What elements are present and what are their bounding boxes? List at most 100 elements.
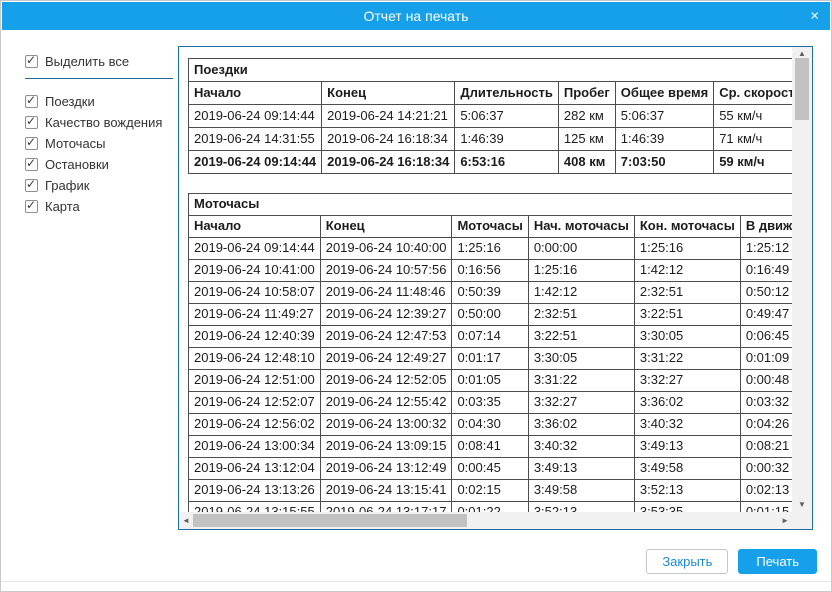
table-cell: 2019-06-24 12:39:27 — [320, 304, 452, 326]
horizontal-scrollbar[interactable]: ◄ ► — [179, 512, 792, 529]
table-cell: 0:07:14 — [452, 326, 528, 348]
table-cell: 2019-06-24 12:48:10 — [189, 348, 321, 370]
sidebar-item-engine-hours[interactable]: Моточасы — [25, 133, 175, 154]
table-cell: 0:01:15 — [740, 502, 792, 513]
table-cell: 0:50:00 — [452, 304, 528, 326]
table-cell: 2019-06-24 12:55:42 — [320, 392, 452, 414]
sidebar-item-stops[interactable]: Остановки — [25, 154, 175, 175]
scroll-down-icon[interactable]: ▼ — [798, 501, 806, 509]
table-cell: 5:06:37 — [615, 105, 713, 128]
table-cell: 5:06:37 — [455, 105, 559, 128]
table-cell: 59 км/ч — [714, 151, 792, 174]
table-cell: 3:30:05 — [634, 326, 740, 348]
table-cell: 3:31:22 — [528, 370, 634, 392]
table-cell: 3:32:27 — [634, 370, 740, 392]
print-button[interactable]: Печать — [738, 549, 817, 574]
checkbox-checked-icon[interactable] — [25, 200, 38, 213]
vertical-scrollbar[interactable]: ▲ ▼ — [792, 47, 812, 512]
table-header-row: НачалоКонецМоточасыНач. моточасыКон. мот… — [189, 216, 793, 238]
trips-total-row: 2019-06-24 09:14:442019-06-24 16:18:346:… — [189, 151, 793, 174]
table-row: 2019-06-24 13:12:042019-06-24 13:12:490:… — [189, 458, 793, 480]
horizontal-scroll-thumb[interactable] — [193, 514, 467, 527]
table-cell: Пробег — [558, 82, 615, 105]
checkbox-checked-icon[interactable] — [25, 137, 38, 150]
close-button[interactable]: Закрыть — [646, 549, 728, 574]
scroll-left-icon[interactable]: ◄ — [182, 517, 190, 525]
table-row: 2019-06-24 10:58:072019-06-24 11:48:460:… — [189, 282, 793, 304]
table-cell: 1:25:16 — [634, 238, 740, 260]
table-cell: 0:01:09 — [740, 348, 792, 370]
table-title-row: Поездки — [189, 59, 793, 82]
table-cell: 0:00:00 — [528, 238, 634, 260]
table-cell: 1:42:12 — [634, 260, 740, 282]
table-cell: 3:31:22 — [634, 348, 740, 370]
table-cell: 0:08:41 — [452, 436, 528, 458]
scroll-up-icon[interactable]: ▲ — [798, 50, 806, 58]
table-row: 2019-06-24 14:31:552019-06-24 16:18:341:… — [189, 128, 793, 151]
table-cell: 0:01:22 — [452, 502, 528, 513]
checkbox-checked-icon[interactable] — [25, 95, 38, 108]
table-cell: 2019-06-24 13:17:17 — [320, 502, 452, 513]
table-cell: 2019-06-24 14:21:21 — [322, 105, 455, 128]
table-cell: 1:46:39 — [455, 128, 559, 151]
table-cell: 3:30:05 — [528, 348, 634, 370]
table-row: 2019-06-24 09:14:442019-06-24 10:40:001:… — [189, 238, 793, 260]
checkbox-checked-icon[interactable] — [25, 55, 38, 68]
vertical-scroll-thumb[interactable] — [795, 58, 809, 120]
table-cell: 2019-06-24 16:18:34 — [322, 151, 455, 174]
table-cell: 3:53:35 — [634, 502, 740, 513]
table-cell: 0:00:45 — [452, 458, 528, 480]
table-cell: 2019-06-24 10:41:00 — [189, 260, 321, 282]
checkbox-checked-icon[interactable] — [25, 116, 38, 129]
table-cell: 0:03:35 — [452, 392, 528, 414]
select-all-option[interactable]: Выделить все — [25, 52, 175, 71]
table-cell: Общее время — [615, 82, 713, 105]
table-cell: 2019-06-24 12:49:27 — [320, 348, 452, 370]
table-cell: Начало — [189, 82, 322, 105]
sidebar-item-chart[interactable]: График — [25, 175, 175, 196]
close-icon[interactable]: × — [810, 9, 819, 24]
table-cell: 282 км — [558, 105, 615, 128]
table-row: 2019-06-24 12:48:102019-06-24 12:49:27 0:… — [189, 348, 793, 370]
table-cell: 0:49:47 — [740, 304, 792, 326]
sidebar-item-driving-quality[interactable]: Качество вождения — [25, 112, 175, 133]
table-cell: Начало — [189, 216, 321, 238]
scrollbar-corner — [792, 512, 812, 529]
trips-table-title: Поездки — [189, 59, 793, 82]
table-cell: 2:32:51 — [528, 304, 634, 326]
table-cell: 6:53:16 — [455, 151, 559, 174]
table-cell: 3:40:32 — [634, 414, 740, 436]
table-cell: 0:04:26 — [740, 414, 792, 436]
table-cell: 3:49:58 — [528, 480, 634, 502]
table-cell: 3:22:51 — [528, 326, 634, 348]
engine-hours-table: Моточасы НачалоКонецМоточасыНач. моточас… — [188, 193, 792, 512]
scroll-right-icon[interactable]: ► — [781, 517, 789, 525]
table-cell: 1:25:16 — [452, 238, 528, 260]
sidebar-item-label: Остановки — [45, 157, 109, 172]
table-row: 2019-06-24 13:13:262019-06-24 13:15:410:… — [189, 480, 793, 502]
table-cell: 2019-06-24 11:49:27 — [189, 304, 321, 326]
table-cell: 2019-06-24 11:48:46 — [320, 282, 452, 304]
table-cell: 0:02:13 — [740, 480, 792, 502]
table-cell: 2019-06-24 12:51:00 — [189, 370, 321, 392]
sidebar-item-label: Поездки — [45, 94, 95, 109]
report-sections-sidebar: Выделить все Поездки Качество вождения М… — [25, 52, 175, 217]
table-cell: 0:03:32 — [740, 392, 792, 414]
table-cell: 0:16:49 — [740, 260, 792, 282]
checkbox-checked-icon[interactable] — [25, 179, 38, 192]
table-cell: 3:40:32 — [528, 436, 634, 458]
sidebar-item-trips[interactable]: Поездки — [25, 91, 175, 112]
checkbox-checked-icon[interactable] — [25, 158, 38, 171]
table-cell: 2019-06-24 12:52:05 — [320, 370, 452, 392]
table-header-row: НачалоКонецДлительностьПробегОбщее время… — [189, 82, 793, 105]
table-row: 2019-06-24 12:40:392019-06-24 12:47:530:… — [189, 326, 793, 348]
engine-hours-table-title: Моточасы — [189, 194, 793, 216]
sidebar-item-map[interactable]: Карта — [25, 196, 175, 217]
table-cell: 0:06:45 — [740, 326, 792, 348]
table-cell: 1:42:12 — [528, 282, 634, 304]
table-cell: 3:36:02 — [528, 414, 634, 436]
table-cell: 408 км — [558, 151, 615, 174]
table-cell: Длительность — [455, 82, 559, 105]
table-row: 2019-06-24 10:41:002019-06-24 10:57:56 0:… — [189, 260, 793, 282]
table-cell: 2019-06-24 10:57:56 — [320, 260, 452, 282]
